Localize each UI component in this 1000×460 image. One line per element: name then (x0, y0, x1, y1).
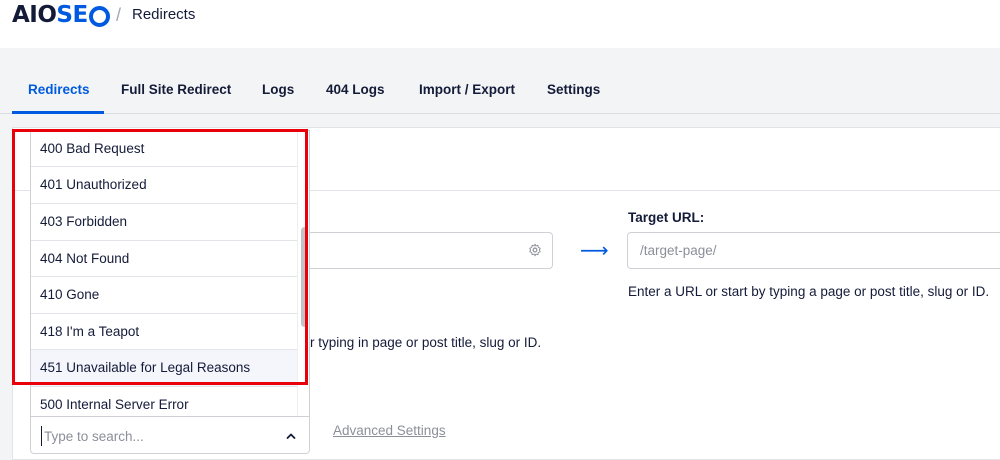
main-tabs: Redirects Full Site Redirect Logs 404 Lo… (0, 48, 1000, 114)
redirect-type-dropdown[interactable]: 400 Bad Request 401 Unauthorized 403 For… (30, 130, 310, 417)
search-input[interactable] (41, 426, 271, 446)
dropdown-option-410[interactable]: 410 Gone (31, 277, 297, 314)
breadcrumb-separator: / (116, 5, 122, 25)
aioseo-logo[interactable]: AIO SE (12, 2, 110, 28)
tab-logs[interactable]: Logs (262, 82, 294, 97)
dropdown-option-451[interactable]: 451 Unavailable for Legal Reasons (31, 350, 297, 387)
tab-import-export[interactable]: Import / Export (419, 82, 515, 97)
breadcrumb-current: Redirects (132, 6, 196, 23)
tab-redirects[interactable]: Redirects (28, 82, 90, 97)
dropdown-search-box[interactable] (30, 416, 310, 454)
tab-404-logs[interactable]: 404 Logs (326, 82, 385, 97)
logo-accent-text: SE (56, 2, 88, 28)
dropdown-option-404[interactable]: 404 Not Found (31, 241, 297, 277)
logo-o-icon (88, 5, 110, 27)
top-header: AIO SE / Redirects (0, 0, 1000, 48)
dropdown-option-418[interactable]: 418 I'm a Teapot (31, 314, 297, 350)
tab-settings[interactable]: Settings (547, 82, 600, 97)
arrow-right-icon: ⟶ (580, 240, 609, 262)
source-url-input[interactable] (290, 232, 553, 269)
dropdown-option-500[interactable]: 500 Internal Server Error (31, 387, 297, 416)
target-url-label: Target URL: (628, 210, 705, 225)
dropdown-scrollbar[interactable] (297, 131, 309, 416)
scrollbar-thumb[interactable] (301, 227, 308, 327)
target-url-help: Enter a URL or start by typing a page or… (628, 284, 990, 299)
active-tab-indicator (12, 111, 104, 114)
dropdown-option-400[interactable]: 400 Bad Request (31, 131, 297, 167)
target-url-input[interactable] (627, 232, 1000, 269)
tab-full-site-redirect[interactable]: Full Site Redirect (121, 82, 231, 97)
dropdown-option-401[interactable]: 401 Unauthorized (31, 167, 297, 204)
logo-text: AIO (12, 2, 57, 28)
source-url-help: r typing in page or post title, slug or … (310, 335, 542, 350)
dropdown-option-403[interactable]: 403 Forbidden (31, 204, 297, 241)
gear-icon[interactable] (528, 243, 542, 257)
chevron-up-icon[interactable] (285, 430, 297, 442)
advanced-settings-link[interactable]: Advanced Settings (333, 423, 446, 438)
